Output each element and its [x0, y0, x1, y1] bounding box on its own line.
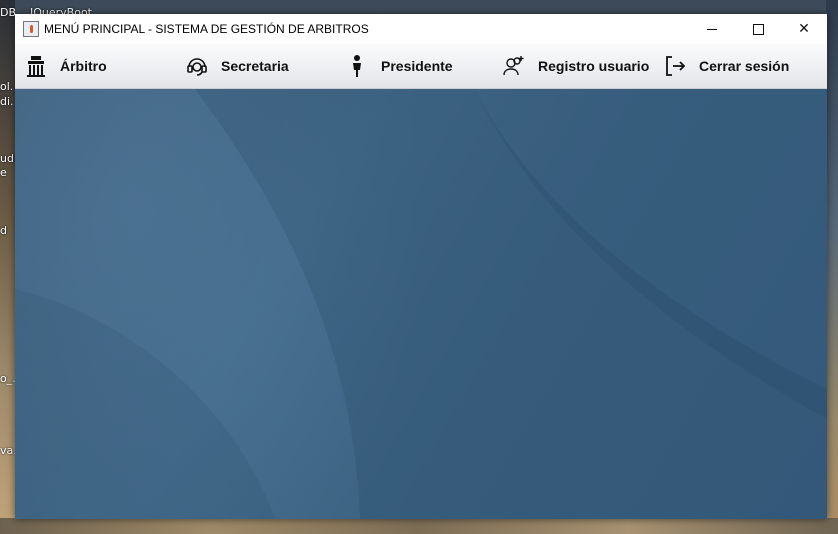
- java-app-icon: [23, 21, 39, 37]
- desktop-icon-label[interactable]: ol.: [0, 80, 13, 93]
- close-icon: ✕: [798, 21, 810, 37]
- desktop-icon-label[interactable]: di.: [0, 95, 14, 108]
- menu-item-secretaria[interactable]: Secretaria: [185, 44, 289, 88]
- menu-item-label: Árbitro: [60, 58, 107, 74]
- desktop-icon-label[interactable]: e: [0, 166, 7, 179]
- background-curves: [15, 89, 827, 519]
- menu-item-registro-usuario[interactable]: Registro usuario: [502, 44, 649, 88]
- minimize-button[interactable]: [689, 14, 735, 44]
- close-button[interactable]: ✕: [781, 14, 827, 44]
- main-window: MENÚ PRINCIPAL - SISTEMA DE GESTIÓN DE A…: [15, 14, 827, 519]
- logout-icon: [663, 54, 687, 78]
- menu-item-arbitro[interactable]: Árbitro: [24, 44, 107, 88]
- menu-item-presidente[interactable]: Presidente: [345, 44, 453, 88]
- person-icon: [345, 54, 369, 78]
- maximize-icon: [752, 23, 764, 35]
- desktop-background-bottom: [0, 518, 838, 534]
- menu-item-label: Secretaria: [221, 58, 289, 74]
- referee-icon: [24, 54, 48, 78]
- menu-item-label: Cerrar sesión: [699, 58, 790, 74]
- title-bar[interactable]: MENÚ PRINCIPAL - SISTEMA DE GESTIÓN DE A…: [15, 14, 827, 44]
- window-title: MENÚ PRINCIPAL - SISTEMA DE GESTIÓN DE A…: [44, 22, 369, 36]
- maximize-button[interactable]: [735, 14, 781, 44]
- desktop-background-right: [826, 0, 838, 534]
- menu-item-label: Registro usuario: [538, 58, 650, 74]
- menu-item-label: Presidente: [381, 58, 453, 74]
- main-menu-bar: Árbitro Secretaria Presidente Registro u…: [15, 44, 827, 89]
- headset-icon: [185, 54, 209, 78]
- desktop-icon-label[interactable]: d: [0, 224, 7, 237]
- add-user-icon: [502, 54, 526, 78]
- minimize-icon: [707, 28, 717, 30]
- menu-item-cerrar-sesion[interactable]: Cerrar sesión: [663, 44, 789, 88]
- content-area: [15, 89, 827, 519]
